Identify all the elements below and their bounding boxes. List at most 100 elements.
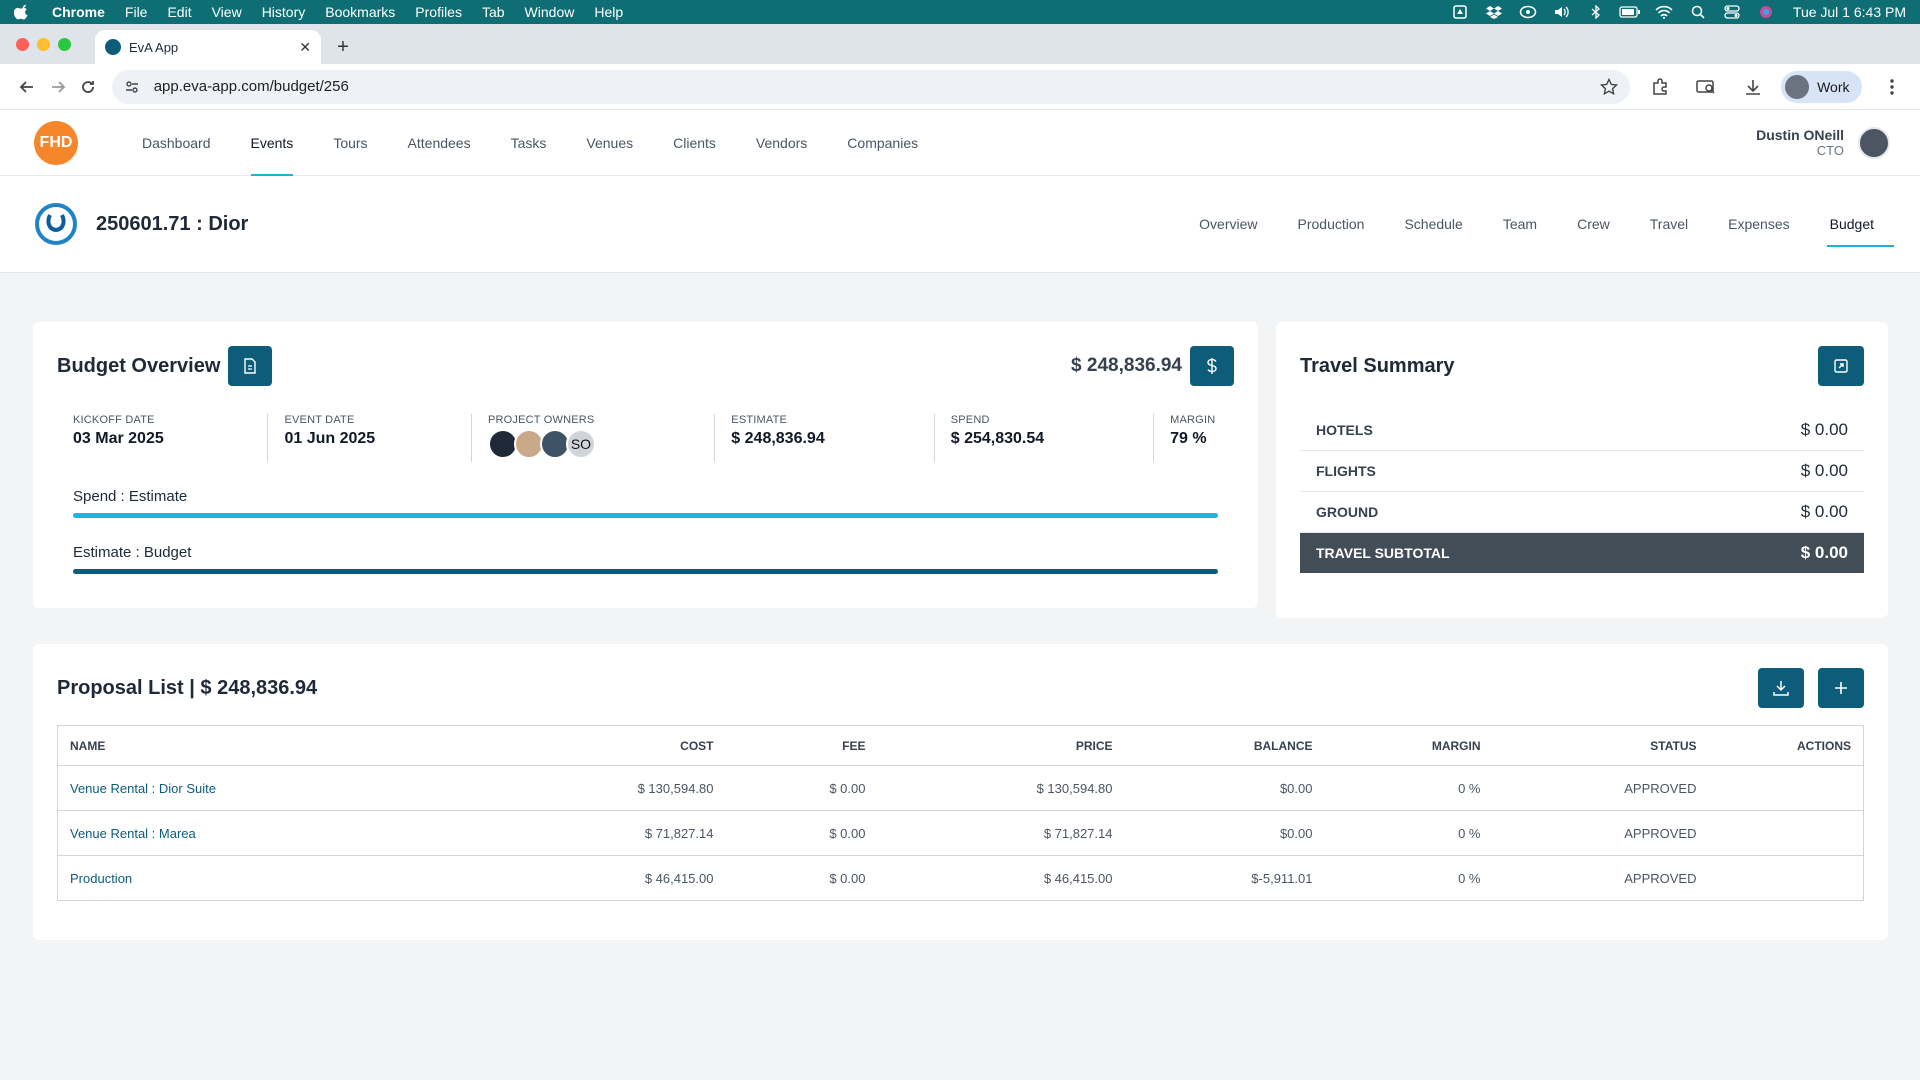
- col-status[interactable]: STATUS: [1492, 725, 1709, 766]
- kpi-kickoff-label: KICKOFF DATE: [73, 414, 155, 426]
- spend-estimate-fill: [73, 513, 1218, 518]
- col-fee[interactable]: FEE: [725, 725, 878, 766]
- tab-schedule[interactable]: Schedule: [1384, 176, 1482, 273]
- forward-icon[interactable]: [43, 71, 74, 103]
- battery-icon[interactable]: [1619, 4, 1641, 20]
- tab-overview[interactable]: Overview: [1179, 176, 1277, 273]
- col-margin[interactable]: MARGIN: [1324, 725, 1493, 766]
- profile-name: Work: [1817, 78, 1850, 95]
- tab-team[interactable]: Team: [1483, 176, 1557, 273]
- menu-view[interactable]: View: [212, 4, 242, 20]
- nav-clients[interactable]: Clients: [653, 110, 736, 176]
- tab-expenses[interactable]: Expenses: [1708, 176, 1809, 273]
- tab-travel[interactable]: Travel: [1630, 176, 1708, 273]
- creative-cloud-icon[interactable]: [1517, 4, 1539, 20]
- cast-search-icon[interactable]: [1690, 70, 1722, 104]
- menu-profiles[interactable]: Profiles: [415, 4, 462, 20]
- wifi-icon[interactable]: [1653, 4, 1675, 20]
- apple-icon[interactable]: [14, 4, 30, 20]
- proposal-fee: $ 0.00: [725, 855, 878, 901]
- nav-attendees[interactable]: Attendees: [388, 110, 491, 176]
- volume-icon[interactable]: [1551, 4, 1573, 20]
- proposal-add-button[interactable]: [1818, 668, 1864, 708]
- nav-vendors[interactable]: Vendors: [736, 110, 827, 176]
- user-avatar[interactable]: [1858, 126, 1890, 159]
- col-balance[interactable]: BALANCE: [1124, 725, 1325, 766]
- owner-avatars: SO: [487, 429, 698, 459]
- menu-app-name[interactable]: Chrome: [52, 4, 105, 20]
- address-bar[interactable]: app.eva-app.com/budget/256: [111, 69, 1630, 104]
- spend-estimate-bar: Spend : Estimate: [57, 488, 1234, 518]
- bluetooth-icon[interactable]: [1585, 4, 1607, 20]
- proposal-name-link[interactable]: Venue Rental : Marea: [57, 810, 488, 856]
- close-window-button[interactable]: [16, 37, 29, 51]
- reload-icon[interactable]: [73, 71, 104, 103]
- menu-bookmarks[interactable]: Bookmarks: [325, 4, 395, 20]
- zoom-window-button[interactable]: [58, 37, 71, 51]
- minimize-window-button[interactable]: [37, 37, 50, 51]
- bookmark-star-icon[interactable]: [1599, 77, 1618, 96]
- proposal-name-link[interactable]: Venue Rental : Dior Suite: [57, 765, 488, 811]
- new-tab-icon[interactable]: +: [329, 30, 357, 64]
- proposal-download-button[interactable]: [1758, 668, 1804, 708]
- estimate-budget-fill: [73, 569, 1218, 574]
- eva-favicon-icon: [105, 39, 121, 55]
- nav-companies[interactable]: Companies: [827, 110, 938, 176]
- dropbox-icon[interactable]: [1483, 4, 1505, 20]
- menu-tab[interactable]: Tab: [482, 4, 505, 20]
- site-settings-icon[interactable]: [124, 78, 142, 96]
- downloads-icon[interactable]: [1737, 70, 1769, 104]
- tab-crew[interactable]: Crew: [1557, 176, 1630, 273]
- company-logo[interactable]: FHD: [34, 120, 78, 165]
- browser-tab-title: EvA App: [129, 39, 179, 55]
- proposal-fee: $ 0.00: [725, 810, 878, 856]
- travel-row-amount: $ 0.00: [1800, 420, 1848, 439]
- nav-dashboard[interactable]: Dashboard: [122, 110, 231, 176]
- travel-row-label: HOTELS: [1316, 422, 1373, 438]
- owner-avatar-initials[interactable]: SO: [565, 429, 596, 459]
- user-role: CTO: [1816, 143, 1844, 158]
- travel-subtotal-row: TRAVEL SUBTOTAL $ 0.00: [1300, 533, 1864, 573]
- main-nav: Dashboard Events Tours Attendees Tasks V…: [122, 110, 938, 176]
- menu-window[interactable]: Window: [525, 4, 575, 20]
- proposal-price: $ 46,415.00: [877, 855, 1125, 901]
- menu-history[interactable]: History: [262, 4, 306, 20]
- travel-open-button[interactable]: [1818, 346, 1864, 386]
- tab-production[interactable]: Production: [1278, 176, 1385, 273]
- kpi-event-date: EVENT DATE 01 Jun 2025: [268, 414, 472, 462]
- menu-file[interactable]: File: [125, 4, 148, 20]
- budget-currency-button[interactable]: [1190, 346, 1234, 386]
- browser-menu-icon[interactable]: [1876, 70, 1908, 104]
- kpi-estimate-label: ESTIMATE: [731, 414, 788, 426]
- table-row: Venue Rental : Dior Suite $ 130,594.80 $…: [57, 765, 1864, 811]
- nav-tasks[interactable]: Tasks: [491, 110, 567, 176]
- profile-chip[interactable]: Work: [1781, 70, 1862, 103]
- siri-icon[interactable]: [1755, 4, 1777, 20]
- control-center-icon[interactable]: [1721, 4, 1743, 20]
- travel-summary-table: HOTELS $ 0.00 FLIGHTS $ 0.00 GROUND $ 0.…: [1300, 410, 1864, 573]
- plus-icon: [1835, 682, 1847, 694]
- proposal-name-link[interactable]: Production: [57, 855, 488, 901]
- estimate-budget-label: Estimate : Budget: [73, 544, 192, 561]
- nav-venues[interactable]: Venues: [566, 110, 653, 176]
- travel-summary-title: Travel Summary: [1300, 354, 1455, 377]
- menu-edit[interactable]: Edit: [167, 4, 191, 20]
- menu-help[interactable]: Help: [594, 4, 623, 20]
- nav-tours[interactable]: Tours: [313, 110, 387, 176]
- extensions-icon[interactable]: [1644, 70, 1676, 104]
- menubar-clock[interactable]: Tue Jul 1 6:43 PM: [1793, 4, 1906, 20]
- user-menu[interactable]: Dustin ONeill CTO: [1756, 126, 1890, 159]
- proposal-balance: $0.00: [1124, 810, 1325, 856]
- col-cost[interactable]: COST: [487, 725, 726, 766]
- browser-tab-active[interactable]: EvA App ✕: [95, 30, 321, 64]
- close-tab-icon[interactable]: ✕: [299, 39, 311, 56]
- spotlight-search-icon[interactable]: [1687, 4, 1709, 20]
- back-icon[interactable]: [12, 71, 43, 103]
- col-price[interactable]: PRICE: [877, 725, 1125, 766]
- budget-report-button[interactable]: [228, 346, 273, 386]
- tab-budget[interactable]: Budget: [1810, 176, 1895, 273]
- col-name[interactable]: NAME: [57, 725, 488, 766]
- nav-events[interactable]: Events: [231, 110, 314, 176]
- notes-icon[interactable]: [1449, 4, 1471, 20]
- proposal-balance: $-5,911.01: [1124, 855, 1325, 901]
